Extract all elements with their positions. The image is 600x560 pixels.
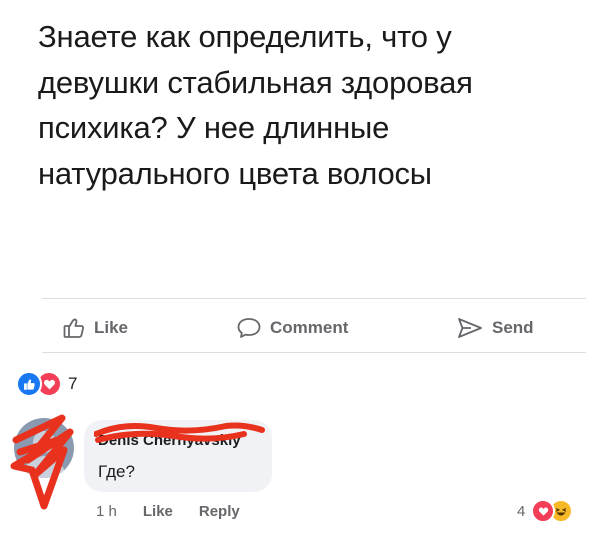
reactions-summary[interactable]: 7 (16, 371, 78, 397)
post-action-bar: Like Comment Send (0, 312, 600, 344)
send-button[interactable]: Send (456, 312, 534, 344)
divider-top (42, 298, 586, 299)
comment-meta: 1 h Like Reply (96, 500, 240, 522)
like-label: Like (94, 318, 129, 337)
comment-label: Comment (270, 318, 349, 337)
comment-reaction-count: 4 (517, 502, 526, 520)
send-arrow-icon (456, 316, 484, 340)
send-label: Send (492, 318, 534, 337)
post-text: Знаете как определить, что у девушки ста… (38, 14, 578, 196)
thumbs-up-icon (62, 316, 86, 340)
comment-like-link[interactable]: Like (143, 503, 173, 520)
avatar-redaction-scribble (10, 414, 74, 510)
post-text-line: девушки стабильная здоровая (38, 64, 473, 100)
comment-text: Где? (98, 462, 135, 481)
reaction-count: 7 (68, 374, 78, 393)
like-button[interactable]: Like (62, 312, 128, 344)
comment-reply-link[interactable]: Reply (199, 503, 240, 520)
comment-reactions[interactable]: 4 (517, 498, 574, 524)
post-text-line: Знаете как определить, что у (38, 19, 452, 54)
divider-bottom (42, 352, 586, 353)
speech-bubble-icon (236, 316, 262, 340)
post-text-line: психика? У нее длинные (38, 110, 390, 145)
like-icon (16, 371, 42, 397)
post-text-line: натурального цвета волосы (38, 155, 432, 191)
comment-button[interactable]: Comment (236, 312, 348, 344)
name-redaction-scribble (94, 422, 265, 443)
comment-timestamp[interactable]: 1 h (96, 503, 117, 520)
